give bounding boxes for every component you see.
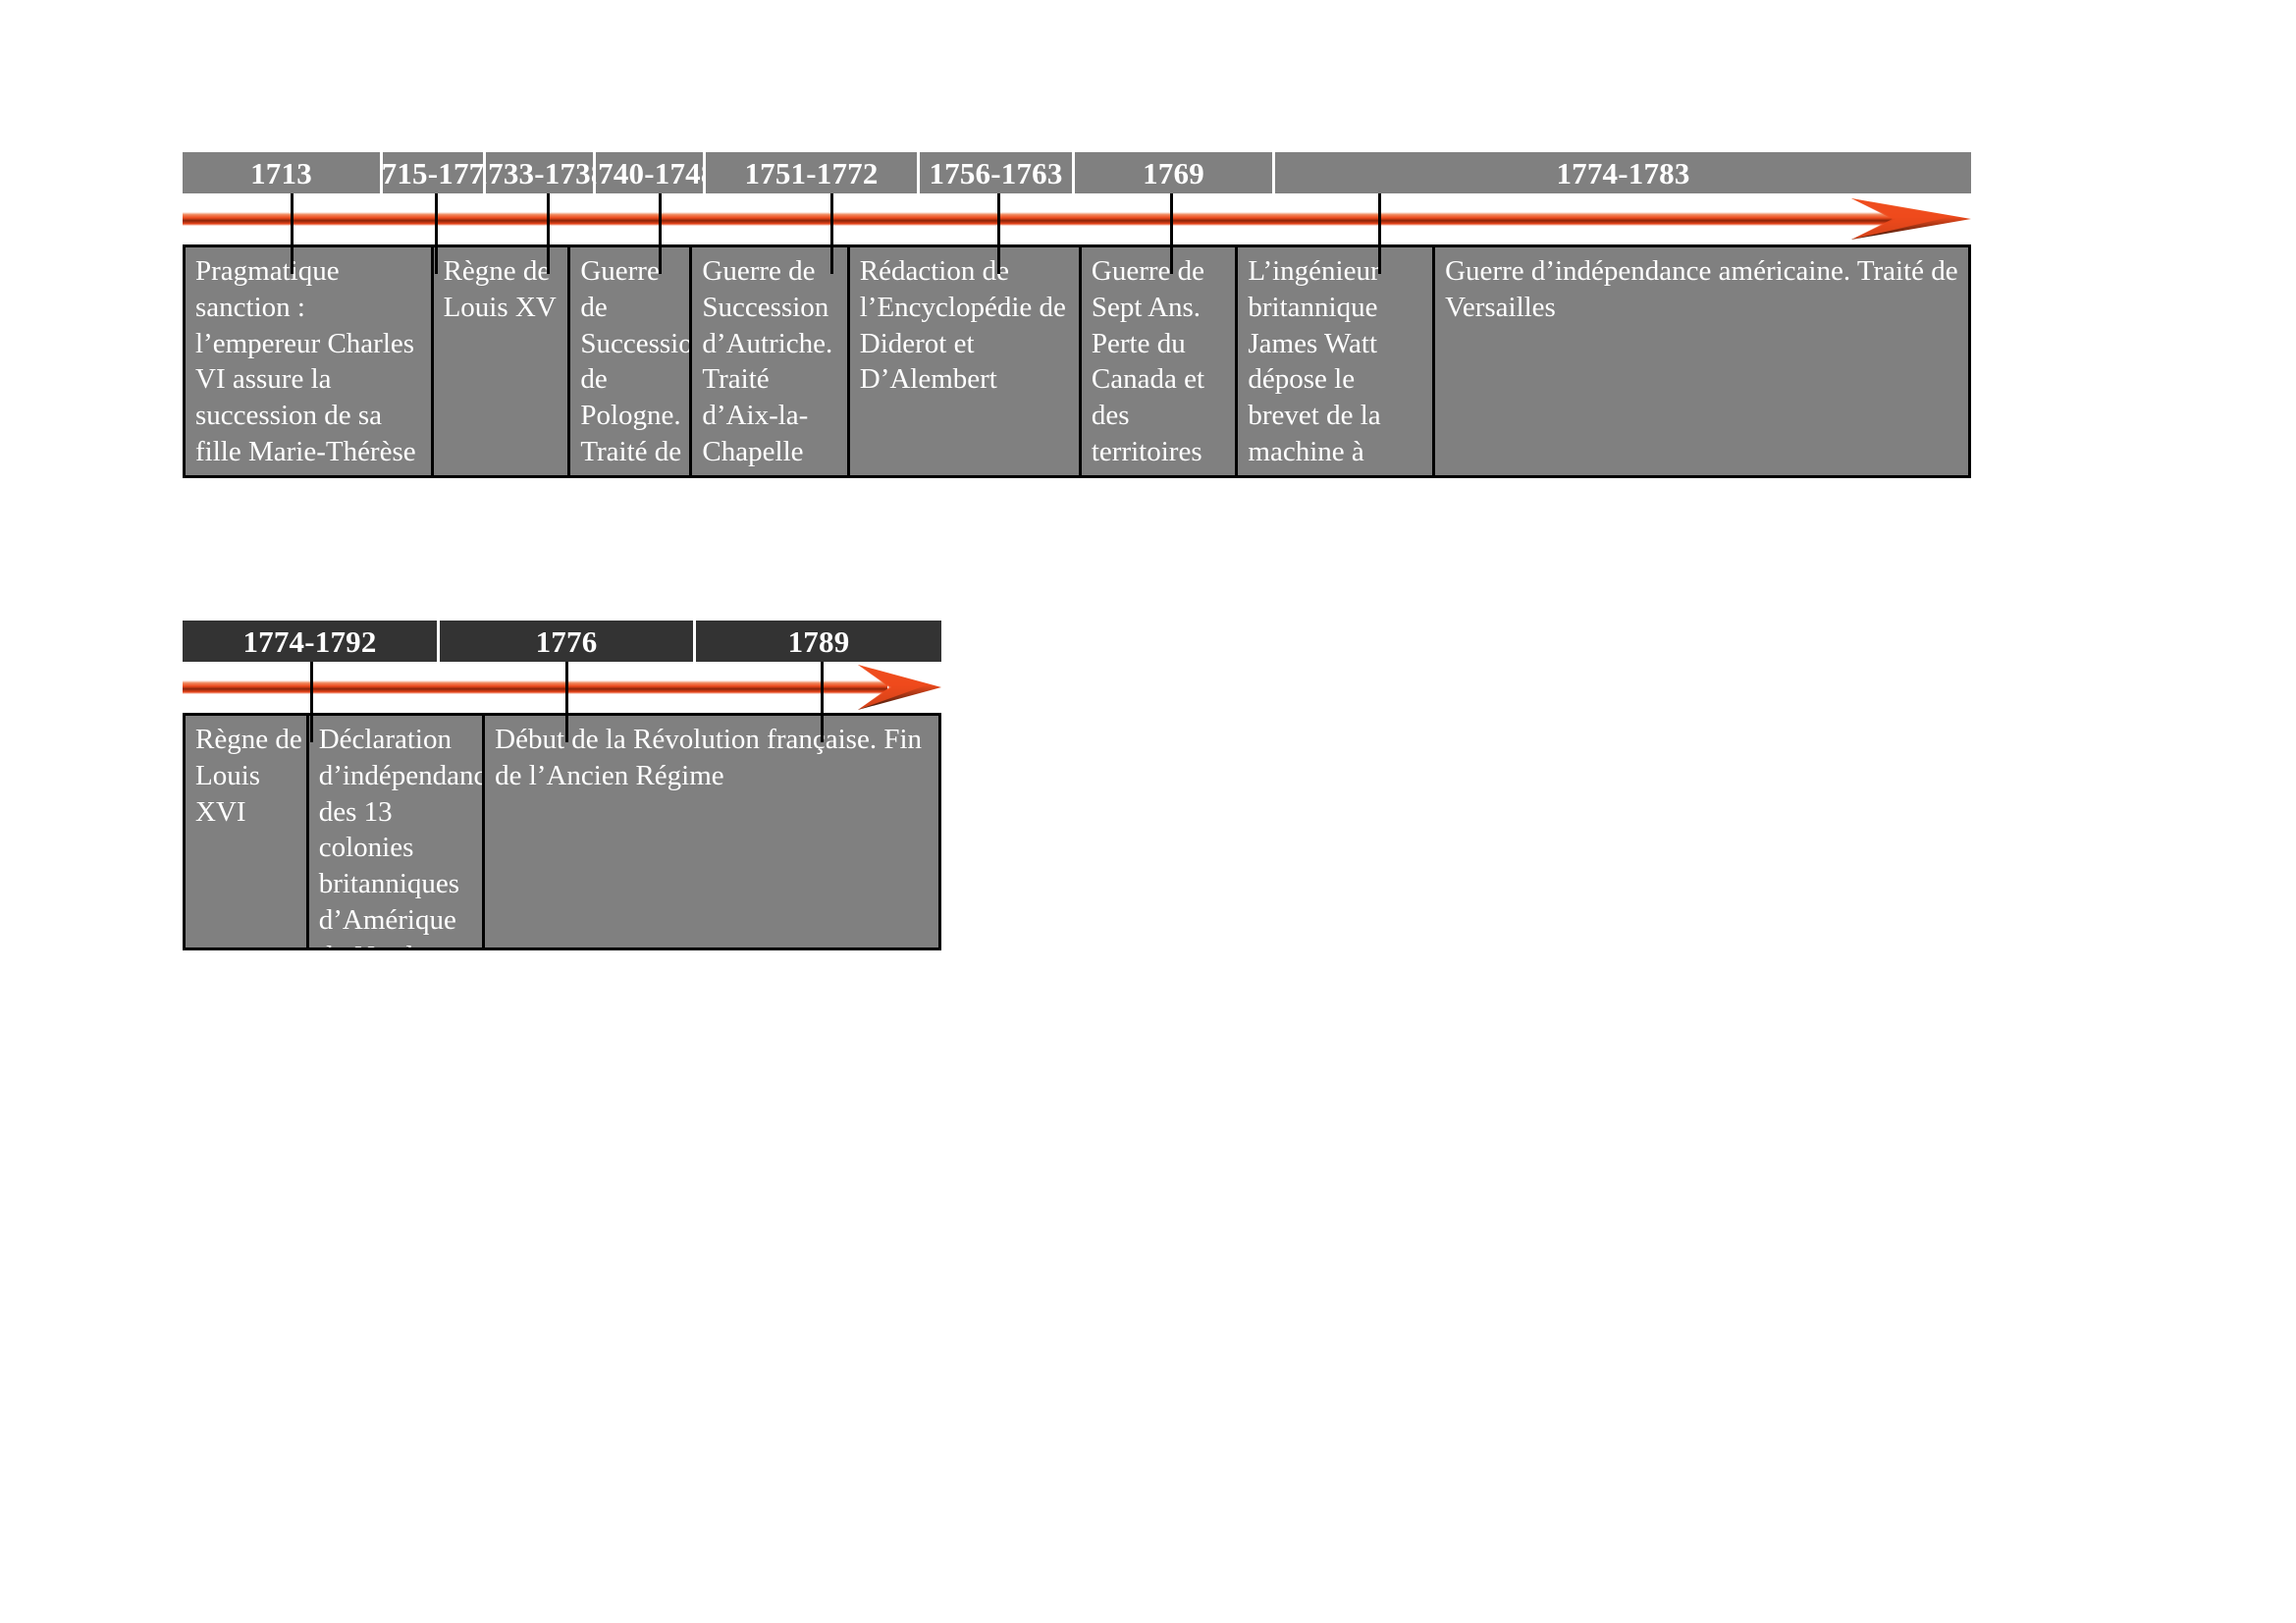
tick-1774-1783 — [1378, 193, 1381, 274]
year-label-1774-1792: 1774-1792 — [183, 621, 440, 662]
event-cell-1751-1772: Rédaction de l’Encyclopédie de Diderot e… — [849, 247, 1082, 475]
year-label-1740-1748: 1740-1748 — [596, 152, 706, 193]
tick-1769 — [1170, 193, 1173, 274]
timeline-1: 1713 1715-1774 1733-1738 1740-1748 1751-… — [183, 152, 1971, 478]
year-label-1751-1772: 1751-1772 — [706, 152, 920, 193]
year-label-1733-1738: 1733-1738 — [486, 152, 596, 193]
event-cell-1774-1783: Guerre d’indépendance américaine. Traité… — [1435, 247, 1968, 475]
timeline-2-year-band: 1774-1792 1776 1789 — [183, 621, 941, 662]
tick-1776 — [565, 662, 568, 742]
time-arrow-icon — [183, 198, 1971, 240]
year-label-1715-1774: 1715-1774 — [383, 152, 486, 193]
event-cell-1715-1774: Règne de Louis XV — [433, 247, 571, 475]
timeline-1-arrow-strip — [183, 193, 1971, 274]
event-cell-1789: Début de la Révolution française. Fin de… — [485, 716, 939, 947]
timeline-2: 1774-1792 1776 1789 Règne de Louis XVI D… — [183, 621, 941, 950]
year-label-1769: 1769 — [1075, 152, 1275, 193]
year-label-1756-1763: 1756-1763 — [920, 152, 1075, 193]
timeline-2-events: Règne de Louis XVI Déclaration d’indépen… — [183, 713, 941, 950]
event-cell-1769: L’ingénieur britannique James Watt dépos… — [1238, 247, 1436, 475]
event-cell-1756-1763: Guerre de Sept Ans. Perte du Canada et d… — [1081, 247, 1239, 475]
time-arrow-icon — [183, 665, 941, 710]
year-label-1776: 1776 — [440, 621, 696, 662]
tick-1756-1763 — [997, 193, 1000, 274]
timeline-1-year-band: 1713 1715-1774 1733-1738 1740-1748 1751-… — [183, 152, 1971, 193]
year-label-1789: 1789 — [696, 621, 941, 662]
event-cell-1774-1792: Règne de Louis XVI — [186, 716, 309, 947]
tick-1789 — [821, 662, 824, 742]
year-label-1774-1783: 1774-1783 — [1275, 152, 1971, 193]
tick-1740-1748 — [659, 193, 662, 274]
tick-1713 — [291, 193, 294, 274]
tick-1715-1774 — [435, 193, 438, 274]
event-cell-1733-1738: Guerre de Succession de Pologne. Traité … — [570, 247, 693, 475]
timeline-1-events: Pragmatique sanction : l’empereur Charle… — [183, 244, 1971, 478]
tick-1774-1792 — [310, 662, 313, 742]
event-cell-1740-1748: Guerre de Succession d’Autriche. Traité … — [692, 247, 850, 475]
tick-1751-1772 — [830, 193, 833, 274]
event-cell-1776: Déclaration d’indépendance des 13 coloni… — [308, 716, 486, 947]
year-label-1713: 1713 — [183, 152, 383, 193]
event-cell-1713: Pragmatique sanction : l’empereur Charle… — [186, 247, 434, 475]
tick-1733-1738 — [547, 193, 550, 274]
timeline-2-arrow-strip — [183, 662, 941, 742]
